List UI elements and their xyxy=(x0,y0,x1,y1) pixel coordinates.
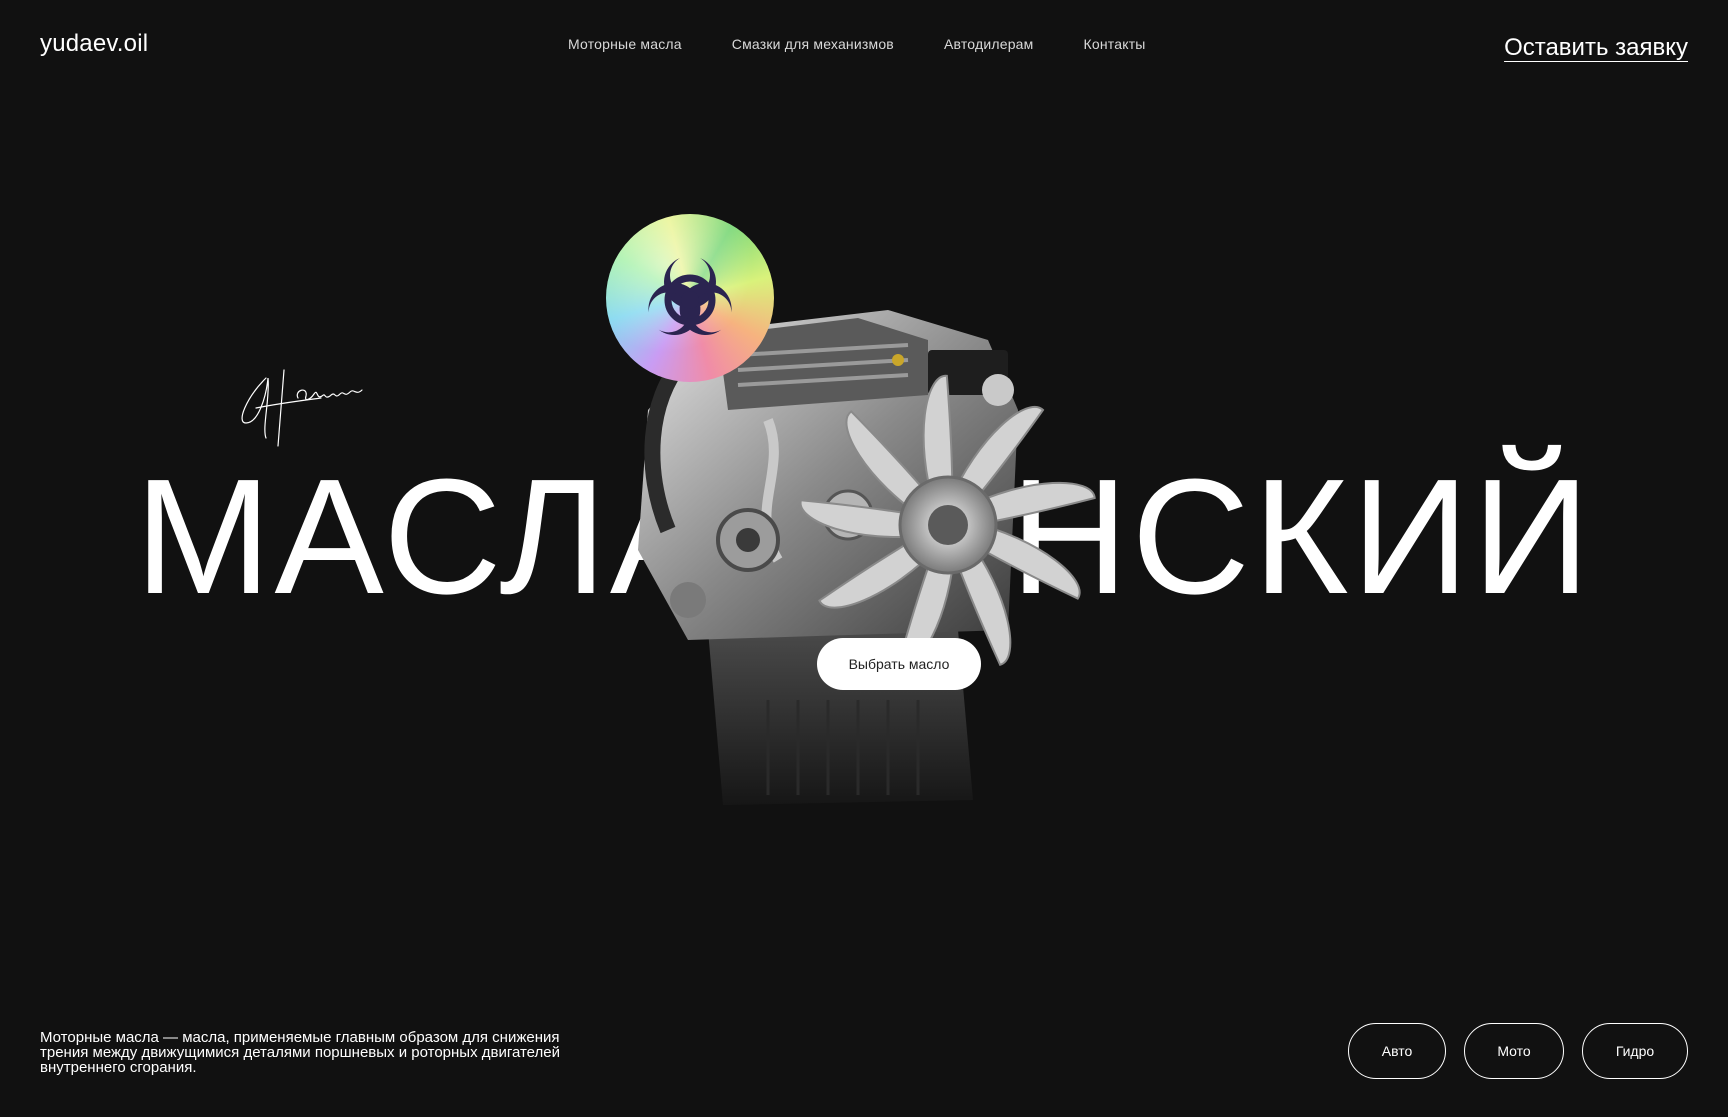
description-text: Моторные масла — масла, применяемые глав… xyxy=(40,1029,561,1076)
nav-item-contacts[interactable]: Контакты xyxy=(1084,36,1146,52)
nav-item-dealers[interactable]: Автодилерам xyxy=(944,36,1034,52)
biohazard-icon xyxy=(648,258,732,335)
main-nav: Моторные масла Смазки для механизмов Авт… xyxy=(568,36,1146,52)
nav-item-lubricants[interactable]: Смазки для механизмов xyxy=(732,36,894,52)
request-link[interactable]: Оставить заявку xyxy=(1504,34,1688,62)
filter-auto-button[interactable]: Авто xyxy=(1348,1023,1446,1079)
page: yudaev.oil Моторные масла Смазки для мех… xyxy=(0,0,1728,1117)
filter-moto-button[interactable]: Мото xyxy=(1464,1023,1564,1079)
category-filters: Авто Мото Гидро xyxy=(1330,1023,1688,1079)
choose-oil-button[interactable]: Выбрать масло xyxy=(817,638,981,690)
biohazard-badge xyxy=(606,214,774,382)
filter-hydro-button[interactable]: Гидро xyxy=(1582,1023,1688,1079)
nav-item-motor-oils[interactable]: Моторные масла xyxy=(568,36,682,52)
signature-icon xyxy=(241,369,363,447)
logo[interactable]: yudaev.oil xyxy=(40,30,148,58)
